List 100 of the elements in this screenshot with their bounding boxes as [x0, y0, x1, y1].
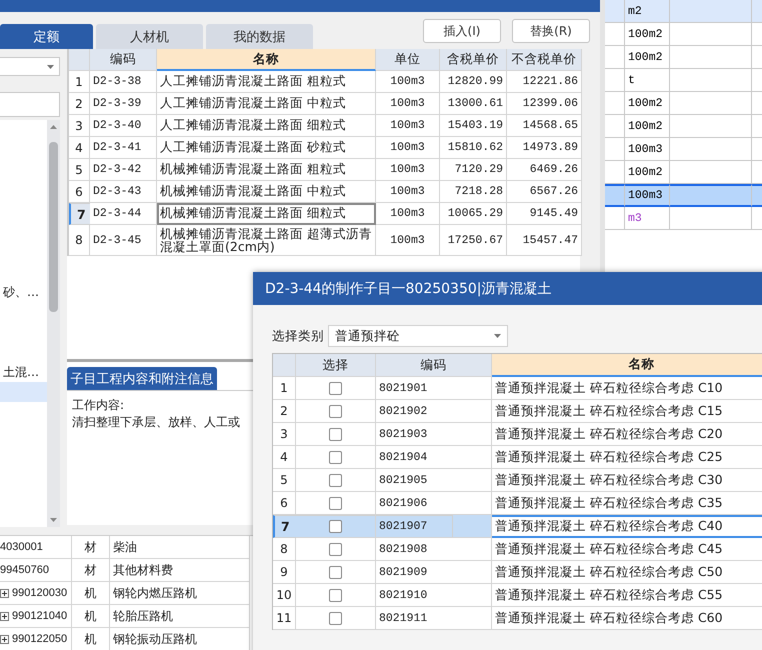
- checkbox[interactable]: [329, 588, 342, 602]
- table-cell: 8021903: [376, 423, 492, 446]
- checkbox[interactable]: [329, 428, 342, 440]
- table-row[interactable]: 6 D2-3-43 机械摊铺沥青混凝土路面 中粒式 100m3 7218.28 6567.26: [68, 181, 580, 203]
- table-cell: m2: [625, 0, 670, 23]
- table-cell: 钢轮内燃压路机: [110, 582, 250, 605]
- code-text: 99450760: [0, 564, 49, 576]
- table-row[interactable]: 2 8021902 普通预拌混凝土 碎石粒径综合考虑 C15: [273, 400, 762, 423]
- table-row[interactable]: 7 D2-3-44 机械摊铺沥青混凝土路面 细粒式 100m3 10065.29 9145.49: [68, 203, 580, 225]
- row-number: 8: [69, 225, 90, 256]
- row-number: 3: [273, 423, 296, 446]
- table-cell: 机械摊铺沥青混凝土路面 中粒式: [157, 181, 376, 203]
- checkbox[interactable]: [329, 542, 342, 556]
- table-cell: 其他材料费: [110, 559, 250, 582]
- table-cell: D2-3-38: [90, 71, 157, 93]
- table-cell: 7120.29: [440, 159, 507, 181]
- table-cell: 机械摊铺沥青混凝土路面 超薄式沥青混凝土罩面(2cm内): [157, 225, 376, 256]
- table-row[interactable]: 1 8021901 普通预拌混凝土 碎石粒径综合考虑 C10: [273, 377, 762, 400]
- table-cell: 100m3: [376, 181, 440, 203]
- column-header[interactable]: 含税单价: [440, 49, 507, 71]
- table-cell: 15810.62: [440, 137, 507, 159]
- table-cell: D2-3-41: [90, 137, 157, 159]
- tab[interactable]: 我的数据: [206, 24, 313, 49]
- table-cell: 100m3: [376, 71, 440, 93]
- table-row[interactable]: 6 8021906 普通预拌混凝土 碎石粒径综合考虑 C35: [273, 492, 762, 515]
- expand-icon[interactable]: [0, 612, 9, 620]
- column-header[interactable]: 编码: [90, 49, 157, 71]
- panel-tab[interactable]: 子目工程内容和附注信息: [67, 367, 217, 390]
- table-cell: D2-3-44: [90, 203, 157, 225]
- tab[interactable]: 人材机: [96, 24, 203, 49]
- row-number: 11: [273, 607, 296, 630]
- column-header[interactable]: 单位: [376, 49, 440, 71]
- table-cell: 机: [72, 582, 110, 605]
- table-cell: 100m2: [625, 23, 670, 46]
- checkbox[interactable]: [329, 382, 342, 394]
- checkbox[interactable]: [329, 496, 342, 510]
- table-row[interactable]: 8 D2-3-45 机械摊铺沥青混凝土路面 超薄式沥青混凝土罩面(2cm内) 100m3 17250.67 15457.47: [68, 225, 580, 256]
- table-cell: 材: [72, 559, 110, 582]
- table-row[interactable]: 7 8021907 普通预拌混凝土 碎石粒径综合考虑 C40: [273, 515, 762, 538]
- category-dropdown[interactable]: 普通预拌砼: [328, 325, 508, 347]
- table-cell: 100m2: [625, 115, 670, 138]
- table-cell: 人工摊铺沥青混凝土路面 中粒式: [157, 93, 376, 115]
- tree-item[interactable]: 砂、…: [0, 282, 47, 302]
- table-row[interactable]: 3 8021903 普通预拌混凝土 碎石粒径综合考虑 C20: [273, 423, 762, 446]
- table-cell: 人工摊铺沥青混凝土路面 砂粒式: [157, 137, 376, 159]
- table-row[interactable]: 3 D2-3-40 人工摊铺沥青混凝土路面 细粒式 100m3 15403.19 14568.65: [68, 115, 580, 137]
- column-header[interactable]: 不含税单价: [507, 49, 582, 71]
- table-cell: 12221.86: [507, 71, 582, 93]
- search-field[interactable]: [0, 92, 60, 117]
- table-cell: 100m3: [376, 93, 440, 115]
- table-cell: 100m3: [376, 159, 440, 181]
- row-number: 6: [69, 181, 90, 203]
- row-number: 10: [273, 584, 296, 607]
- expand-icon[interactable]: [0, 634, 9, 644]
- table-cell: 8021908: [376, 538, 492, 561]
- table-row[interactable]: 11 8021911 普通预拌混凝土 碎石粒径综合考虑 C60: [273, 607, 762, 630]
- checkbox[interactable]: [329, 566, 342, 578]
- table-cell: 普通预拌混凝土 碎石粒径综合考虑 C30: [492, 469, 762, 492]
- column-header[interactable]: 编码: [376, 354, 492, 377]
- table-row[interactable]: 5 8021905 普通预拌混凝土 碎石粒径综合考虑 C30: [273, 469, 762, 492]
- checkbox[interactable]: [329, 404, 342, 418]
- tab[interactable]: 定额: [0, 24, 93, 49]
- row-number: 9: [273, 561, 296, 584]
- table-cell: 8021909: [376, 561, 492, 584]
- table-cell: 8021902: [376, 400, 492, 423]
- table-cell: 12399.06: [507, 93, 582, 115]
- column-header[interactable]: 名称: [492, 354, 762, 377]
- table-cell: D2-3-39: [90, 93, 157, 115]
- row-number: 2: [69, 93, 90, 115]
- table-cell: 14973.89: [507, 137, 582, 159]
- row-number: 5: [273, 469, 296, 492]
- column-header[interactable]: 选择: [296, 354, 376, 377]
- table-row[interactable]: 9 8021909 普通预拌混凝土 碎石粒径综合考虑 C50: [273, 561, 762, 584]
- table-row[interactable]: 10 8021910 普通预拌混凝土 碎石粒径综合考虑 C55: [273, 584, 762, 607]
- toolbar-button[interactable]: 插入(I): [423, 19, 501, 43]
- table-cell: 普通预拌混凝土 碎石粒径综合考虑 C40: [492, 515, 762, 538]
- table-cell: t: [625, 69, 670, 92]
- table-row[interactable]: 8 8021908 普通预拌混凝土 碎石粒径综合考虑 C45: [273, 538, 762, 561]
- table-cell: 轮胎压路机: [110, 605, 250, 628]
- scrollbar[interactable]: [47, 120, 60, 527]
- table-row[interactable]: 4 8021904 普通预拌混凝土 碎石粒径综合考虑 C25: [273, 446, 762, 469]
- tree-item[interactable]: 土混…: [0, 362, 47, 382]
- toolbar-button[interactable]: 替换(R): [512, 19, 590, 43]
- code-text: 990121040: [12, 610, 68, 622]
- expand-icon[interactable]: [0, 588, 9, 598]
- table-row[interactable]: 1 D2-3-38 人工摊铺沥青混凝土路面 粗粒式 100m3 12820.99 12221.86: [68, 71, 580, 93]
- table-row[interactable]: 2 D2-3-39 人工摊铺沥青混凝土路面 中粒式 100m3 13000.61 12399.06: [68, 93, 580, 115]
- table-cell: 普通预拌混凝土 碎石粒径综合考虑 C25: [492, 446, 762, 469]
- table-row[interactable]: 5 D2-3-42 机械摊铺沥青混凝土路面 粗粒式 100m3 7120.29 6469.26: [68, 159, 580, 181]
- checkbox[interactable]: [329, 520, 342, 532]
- table-cell: 普通预拌混凝土 碎石粒径综合考虑 C45: [492, 538, 762, 561]
- table-row[interactable]: 4 D2-3-41 人工摊铺沥青混凝土路面 砂粒式 100m3 15810.62 14973.89: [68, 137, 580, 159]
- table-cell: 100m2: [625, 161, 670, 184]
- table-cell: 普通预拌混凝土 碎石粒径综合考虑 C15: [492, 400, 762, 423]
- checkbox[interactable]: [329, 474, 342, 486]
- checkbox[interactable]: [329, 450, 342, 464]
- checkbox[interactable]: [329, 612, 342, 624]
- column-header[interactable]: 名称: [157, 49, 376, 71]
- table-cell: 机械摊铺沥青混凝土路面 粗粒式: [157, 159, 376, 181]
- code-text: 4030001: [0, 541, 43, 553]
